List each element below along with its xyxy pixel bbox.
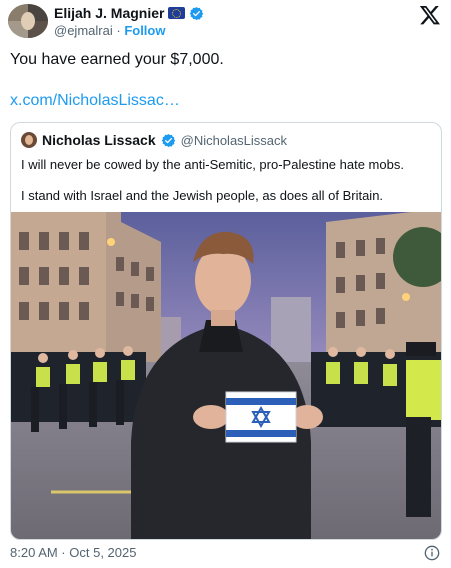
author-handle[interactable]: @ejmalrai (54, 23, 113, 38)
quoted-photo[interactable] (11, 212, 442, 540)
quoted-author-handle[interactable]: @NicholasLissack (181, 133, 287, 148)
eu-flag-icon (168, 7, 186, 19)
verified-badge-icon (190, 6, 204, 20)
quoted-text-line-1: I will never be cowed by the anti-Semiti… (21, 157, 404, 172)
x-logo-icon[interactable] (419, 4, 441, 26)
info-icon[interactable] (424, 545, 440, 561)
quoted-header: Nicholas Lissack @NicholasLissack (21, 132, 287, 148)
tweet-link[interactable]: x.com/NicholasLissac… (10, 92, 180, 110)
quoted-tweet-card[interactable]: Nicholas Lissack @NicholasLissack I will… (10, 122, 442, 540)
post-header: Elijah J. Magnier @ejmalrai · Follow (8, 4, 443, 38)
author-name-row: Elijah J. Magnier (54, 5, 204, 21)
author-handle-row: @ejmalrai · Follow (54, 23, 165, 38)
avatar[interactable] (8, 4, 48, 38)
verified-badge-icon (161, 133, 175, 147)
quoted-text-line-2: I stand with Israel and the Jewish peopl… (21, 188, 384, 203)
quoted-avatar[interactable] (21, 132, 37, 148)
author-name[interactable]: Elijah J. Magnier (54, 5, 164, 21)
post-timestamp[interactable]: 8:20 AM · Oct 5, 2025 (10, 545, 136, 560)
follow-button[interactable]: Follow (124, 23, 165, 38)
tweet-text: You have earned your $7,000. (10, 51, 224, 68)
separator-dot: · (116, 23, 121, 38)
quoted-author-name[interactable]: Nicholas Lissack (42, 132, 156, 148)
